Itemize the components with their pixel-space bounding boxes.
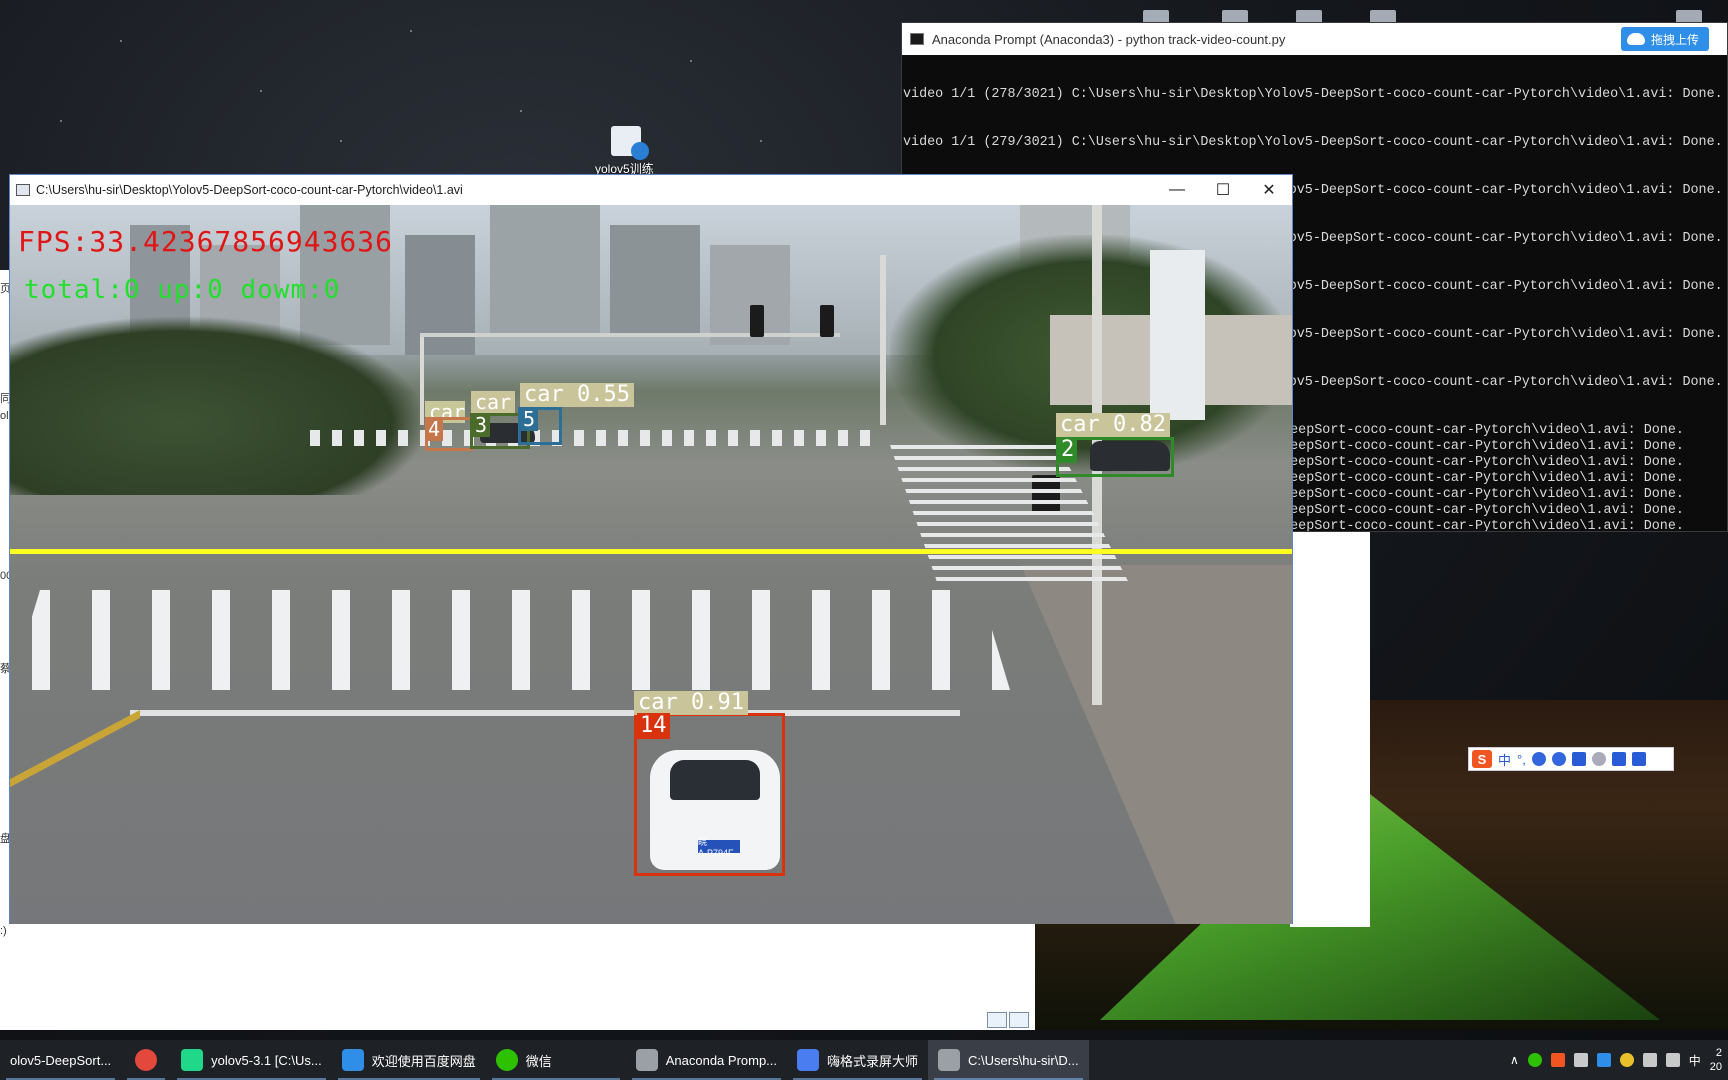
window-app-icon [16, 184, 30, 196]
detection-id-2: 2 [1058, 437, 1078, 463]
clock-date: 20 [1709, 1061, 1722, 1073]
detection-id-5: 5 [520, 407, 539, 431]
wechat-icon [495, 1049, 518, 1071]
shield-icon[interactable] [1619, 1053, 1634, 1067]
background-panel [1290, 530, 1370, 927]
taskbar-item-label: 微信 [525, 1053, 552, 1069]
pycharm-icon [181, 1049, 204, 1071]
detection-id-4: 4 [425, 417, 444, 441]
chevron-up-icon[interactable]: ∧ [1510, 1053, 1519, 1067]
taskbar-item-label: olov5-DeepSort... [10, 1052, 112, 1068]
detection-id-3: 3 [472, 413, 491, 437]
detection-label-5: car 0.55 [520, 383, 634, 407]
detection-label-2: car 0.82 [1056, 413, 1170, 437]
drag-upload-label: 拖拽上传 [1650, 32, 1699, 47]
list-view-icon[interactable] [1009, 1012, 1029, 1028]
terminal-icon [910, 33, 924, 45]
video-frame: FPS:33.42367856943636 total:0 up:0 dowm:… [10, 205, 1292, 924]
minimize-button[interactable]: — [1154, 175, 1200, 205]
ime-toolbar[interactable]: S 中 °, [1468, 747, 1674, 771]
detection-id-14: 14 [637, 713, 670, 739]
close-button[interactable]: ✕ [1246, 175, 1292, 205]
system-clock[interactable]: 2 20 [1710, 1046, 1722, 1074]
taskbar-item-screen-recorder[interactable]: 嗨格式录屏大师 [787, 1040, 928, 1080]
console-line: video 1/1 (278/3021) C:\Users\hu-sir\Des… [903, 87, 1723, 102]
taskbar-item-deepsort[interactable]: olov5-DeepSort... [0, 1040, 121, 1080]
details-view-icon[interactable] [987, 1012, 1007, 1028]
count-readout: total:0 up:0 dowm:0 [24, 275, 341, 305]
cloud-icon [1626, 33, 1645, 45]
taskbar: olov5-DeepSort... yolov5-3.1 [C:\Us... 欢… [0, 1040, 1728, 1080]
browser-icon [135, 1049, 158, 1071]
counting-line [10, 549, 1292, 554]
taskbar-item-label: 嗨格式录屏大师 [827, 1053, 919, 1069]
system-tray: ∧ 中 2 20 [1510, 1040, 1728, 1080]
console-title: Anaconda Prompt (Anaconda3) - python tra… [932, 31, 1286, 47]
console-line: video 1/1 (279/3021) C:\Users\hu-sir\Des… [903, 135, 1723, 150]
ime-mode-toggle[interactable]: 中 [1498, 750, 1511, 769]
volume-icon[interactable] [1665, 1053, 1680, 1067]
skin-icon[interactable] [1611, 752, 1626, 766]
taskbar-item-video-window[interactable]: C:\Users\hu-sir\D... [928, 1040, 1089, 1080]
baidu-tray-icon[interactable] [1596, 1053, 1611, 1067]
fps-readout: FPS:33.42367856943636 [18, 225, 394, 258]
input-language-indicator[interactable]: 中 [1689, 1052, 1701, 1069]
user-icon[interactable] [1591, 752, 1606, 766]
taskbar-item-anaconda-prompt[interactable]: Anaconda Promp... [626, 1040, 787, 1080]
window-app-icon [938, 1049, 961, 1071]
taskbar-item-baidu-netdisk[interactable]: 欢迎使用百度网盘 [332, 1040, 486, 1080]
sogou-logo-icon[interactable]: S [1472, 750, 1492, 768]
clock-time: 2 [1715, 1047, 1722, 1059]
taskbar-item-label: C:\Users\hu-sir\D... [968, 1052, 1079, 1068]
microphone-icon[interactable] [1551, 752, 1566, 766]
terminal-icon [635, 1049, 658, 1071]
screen-recorder-icon [797, 1049, 820, 1071]
ime-punctuation-toggle[interactable]: °, [1517, 752, 1526, 767]
wechat-tray-icon[interactable] [1527, 1053, 1542, 1067]
taskbar-item-label: yolov5-3.1 [C:\Us... [211, 1052, 322, 1068]
drag-upload-button[interactable]: 拖拽上传 [1620, 27, 1709, 51]
taskbar-item-label: Anaconda Promp... [665, 1052, 778, 1068]
keyboard-icon[interactable] [1571, 752, 1586, 766]
wifi-icon[interactable] [1573, 1053, 1588, 1067]
maximize-button[interactable]: ☐ [1200, 175, 1246, 205]
taskbar-item-pycharm[interactable]: yolov5-3.1 [C:\Us... [171, 1040, 332, 1080]
emoji-icon[interactable] [1531, 752, 1546, 766]
detection-label-3: car [471, 391, 516, 413]
baidu-netdisk-icon [341, 1049, 364, 1071]
taskbar-item-browser[interactable] [121, 1040, 171, 1080]
video-window[interactable]: C:\Users\hu-sir\Desktop\Yolov5-DeepSort-… [9, 174, 1293, 924]
toolbox-icon[interactable] [1631, 752, 1646, 766]
video-window-title: C:\Users\hu-sir\Desktop\Yolov5-DeepSort-… [36, 183, 463, 197]
console-titlebar[interactable]: Anaconda Prompt (Anaconda3) - python tra… [902, 23, 1727, 55]
taskbar-item-label: 欢迎使用百度网盘 [371, 1053, 476, 1069]
detection-label-14: car 0.91 [634, 691, 748, 715]
video-titlebar[interactable]: C:\Users\hu-sir\Desktop\Yolov5-DeepSort-… [10, 175, 1292, 205]
chat-icon[interactable] [1642, 1053, 1657, 1067]
taskbar-item-wechat[interactable]: 微信 [486, 1040, 626, 1080]
sogou-tray-icon[interactable] [1550, 1053, 1565, 1067]
